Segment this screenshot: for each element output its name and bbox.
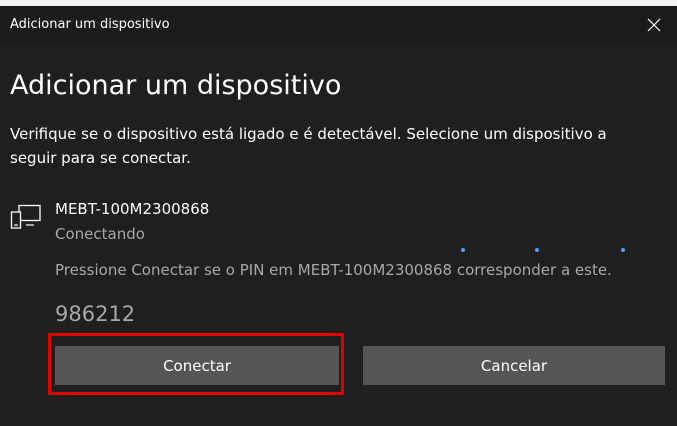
title-bar: Adicionar um dispositivo: [0, 6, 677, 44]
pin-confirmation-text: Pressione Conectar se o PIN em MEBT-100M…: [55, 261, 612, 279]
device-name: MEBT-100M2300868: [55, 200, 210, 218]
instructions-text: Verifique se o dispositivo está ligado e…: [10, 125, 607, 167]
device-display-icon: [10, 204, 41, 229]
window-title: Adicionar um dispositivo: [10, 17, 170, 32]
page-title: Adicionar um dispositivo: [10, 70, 342, 101]
cancel-button[interactable]: Cancelar: [363, 346, 665, 385]
device-status: Conectando: [55, 225, 145, 243]
pin-code: 986212: [55, 302, 136, 326]
close-button[interactable]: [631, 6, 677, 44]
progress-dot: [535, 248, 539, 252]
close-icon: [647, 18, 661, 32]
progress-dot: [621, 248, 625, 252]
progress-dot: [461, 248, 465, 252]
dialog-content: Adicionar um dispositivo Verifique se o …: [0, 44, 677, 426]
connect-button[interactable]: Conectar: [55, 346, 339, 385]
